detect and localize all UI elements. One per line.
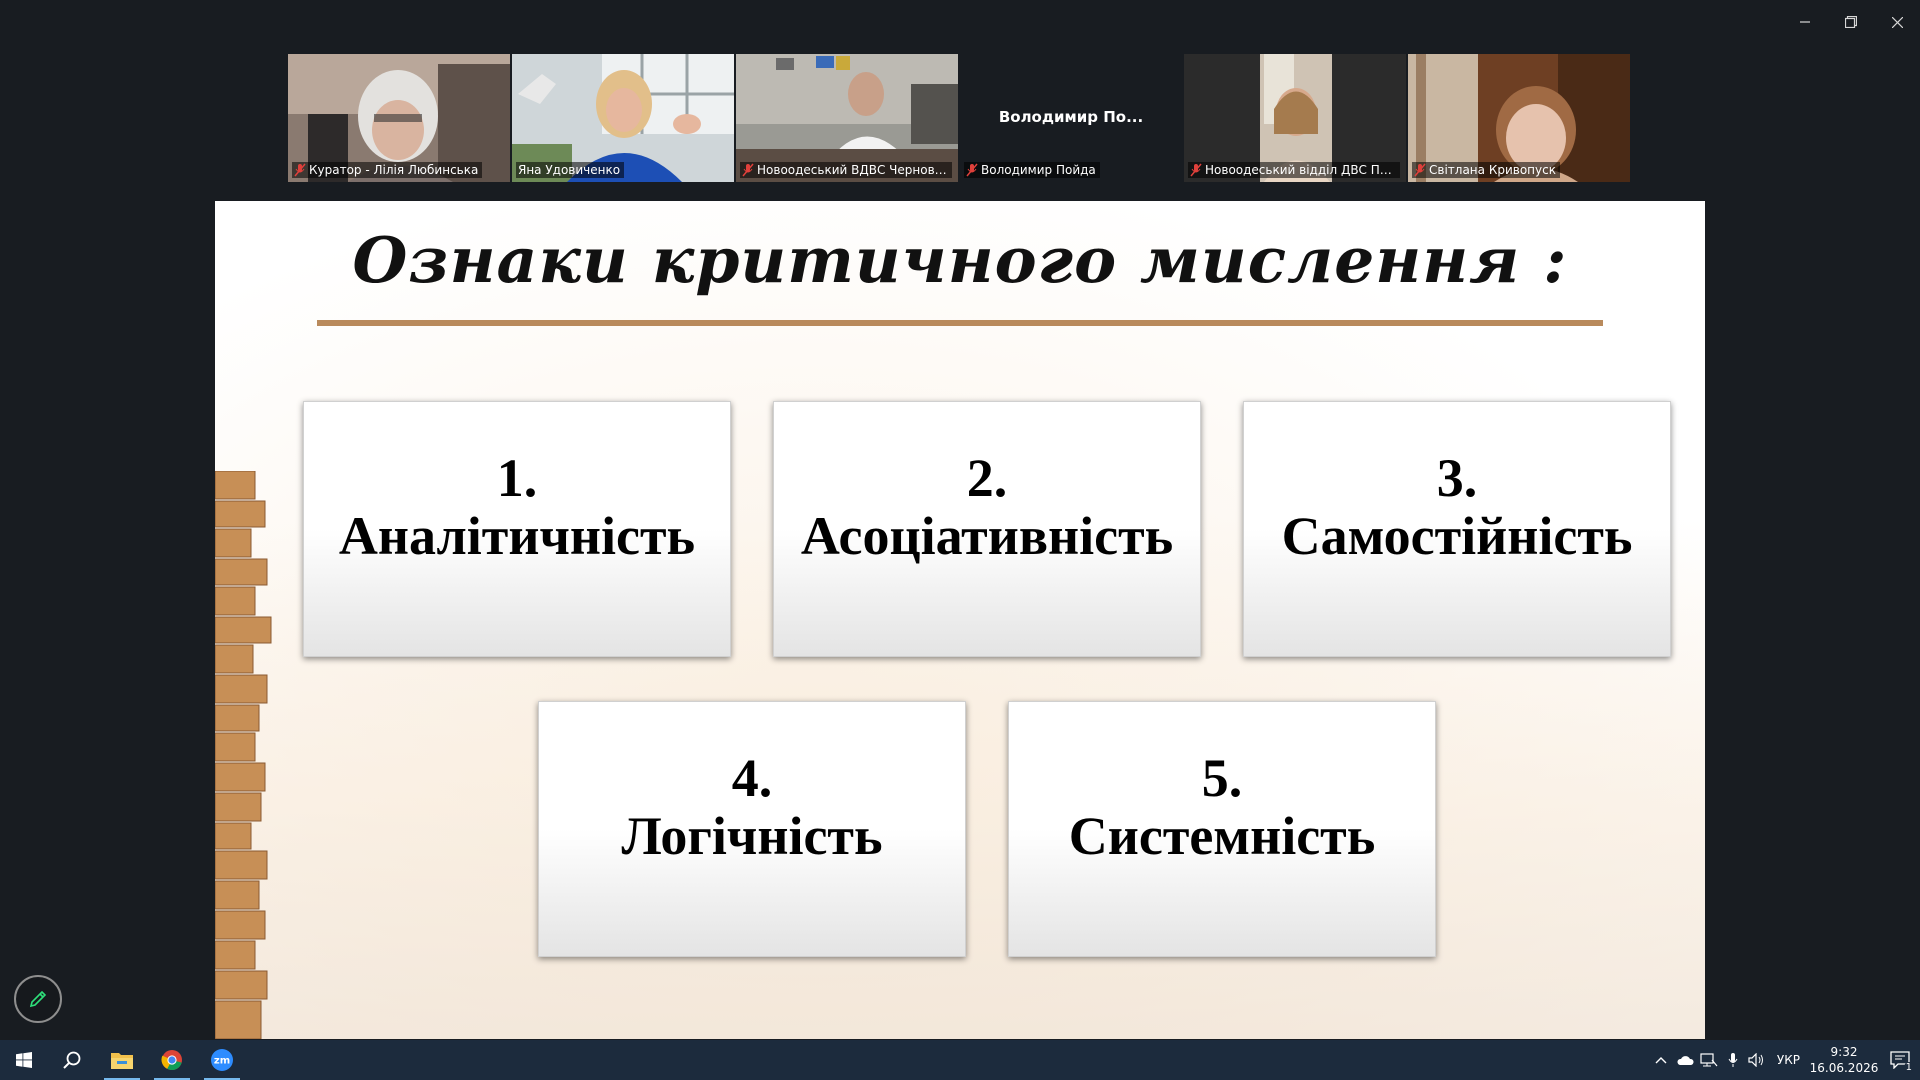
feature-number: 2. [966,448,1008,508]
mic-muted-icon [1414,163,1426,177]
feature-number: 1. [496,448,538,508]
restore-icon [1845,16,1857,28]
show-hidden-icons-button[interactable] [1649,1040,1673,1080]
mic-muted-icon [294,163,306,177]
slide-title: Ознаки критичного мислення : [352,223,1568,297]
participant-tile-5[interactable]: Новоодеський відділ ДВС Прит... [1184,54,1406,182]
mic-muted-icon [742,163,754,177]
participant-name-bar: Володимир Пойда [964,162,1100,178]
feature-card-1: 1. Аналітичність [303,401,731,657]
volume-button[interactable] [1745,1040,1769,1080]
feature-label: Аналітичність [338,506,696,566]
participant-tile-1[interactable]: Куратор - Лілія Любинська [288,54,510,182]
close-button[interactable] [1874,0,1920,44]
title-underline [317,320,1603,326]
onedrive-button[interactable] [1673,1040,1697,1080]
file-explorer-button[interactable] [98,1040,146,1080]
participant-name: Яна Удовиченко [518,163,621,177]
participant-name-bar: Світлана Кривопуск [1412,162,1560,178]
participant-tile-6[interactable]: Світлана Кривопуск [1408,54,1630,182]
search-icon [63,1051,81,1069]
feature-number: 5. [1201,748,1243,808]
microphone-icon [1728,1053,1738,1067]
participant-tile-4-no-video[interactable]: Володимир По... Володимир Пойда [960,54,1182,182]
notification-count: 1 [1903,1062,1914,1073]
close-icon [1891,16,1903,28]
file-explorer-icon [111,1053,133,1069]
participant-strip: Куратор - Лілія Любинська Яна Удовиченко [288,54,1630,182]
window-controls [1782,0,1920,44]
participant-tile-2-speaking[interactable]: Яна Удовиченко [512,54,734,182]
clock-time: 9:32 [1830,1045,1858,1059]
zoom-button[interactable]: zm [198,1040,246,1080]
svg-text:zm: zm [214,1056,230,1067]
chrome-button[interactable] [148,1040,196,1080]
network-button[interactable] [1697,1040,1721,1080]
pencil-icon [29,990,47,1008]
participant-name-bar: Яна Удовиченко [516,162,625,178]
feature-number: 3. [1436,448,1478,508]
clock[interactable]: 9:32 16.06.2026 [1808,1044,1880,1076]
minimize-button[interactable] [1782,0,1828,44]
participant-name: Світлана Кривопуск [1429,163,1556,177]
speaker-icon [1748,1053,1763,1067]
feature-card-4: 4. Логічність [538,701,966,957]
system-tray: УКР 9:32 16.06.2026 1 [1649,1040,1920,1080]
feature-label: Логічність [621,806,883,866]
mic-muted-icon [1190,163,1202,177]
chevron-up-icon [1655,1057,1667,1064]
windows-start-icon [16,1052,32,1068]
feature-number: 4. [731,748,773,808]
microphone-button[interactable] [1721,1040,1745,1080]
restore-button[interactable] [1828,0,1874,44]
feature-card-3: 3. Самостійність [1243,401,1671,657]
participant-name-bar: Куратор - Лілія Любинська [292,162,483,178]
minimize-icon [1800,21,1810,23]
network-icon [1700,1053,1718,1067]
feature-label: Асоціативність [800,506,1174,566]
participant-name: Новоодеський відділ ДВС Прит... [1205,163,1396,177]
participant-display-name: Володимир По... [998,108,1144,126]
jenga-tower-image [215,471,272,1039]
feature-label: Самостійність [1281,506,1633,566]
action-center-button[interactable]: 1 [1880,1040,1920,1080]
participant-tile-3[interactable]: Новоодеський ВДВС Чернова І... [736,54,958,182]
input-language-indicator[interactable]: УКР [1769,1053,1808,1067]
mic-muted-icon [966,163,978,177]
search-button[interactable] [48,1040,96,1080]
feature-card-2: 2. Асоціативність [773,401,1201,657]
feature-card-5: 5. Системність [1008,701,1436,957]
zoom-icon: zm [211,1049,233,1071]
clock-date: 16.06.2026 [1809,1061,1879,1075]
feature-label: Системність [1068,806,1376,866]
start-button[interactable] [0,1040,48,1080]
participant-name-bar: Новоодеський ВДВС Чернова І... [740,162,952,178]
shared-slide: Ознаки критичного мислення : 1. Аналітич… [215,201,1705,1039]
taskbar: zm УКР 9:32 16.06.2026 1 [0,1040,1920,1080]
annotate-button[interactable] [14,975,62,1023]
participant-name: Володимир Пойда [981,163,1096,177]
participant-name-bar: Новоодеський відділ ДВС Прит... [1188,162,1400,178]
participant-name: Новоодеський ВДВС Чернова І... [757,163,948,177]
participant-name: Куратор - Лілія Любинська [309,163,479,177]
chrome-icon [161,1050,182,1071]
cloud-icon [1677,1056,1694,1065]
